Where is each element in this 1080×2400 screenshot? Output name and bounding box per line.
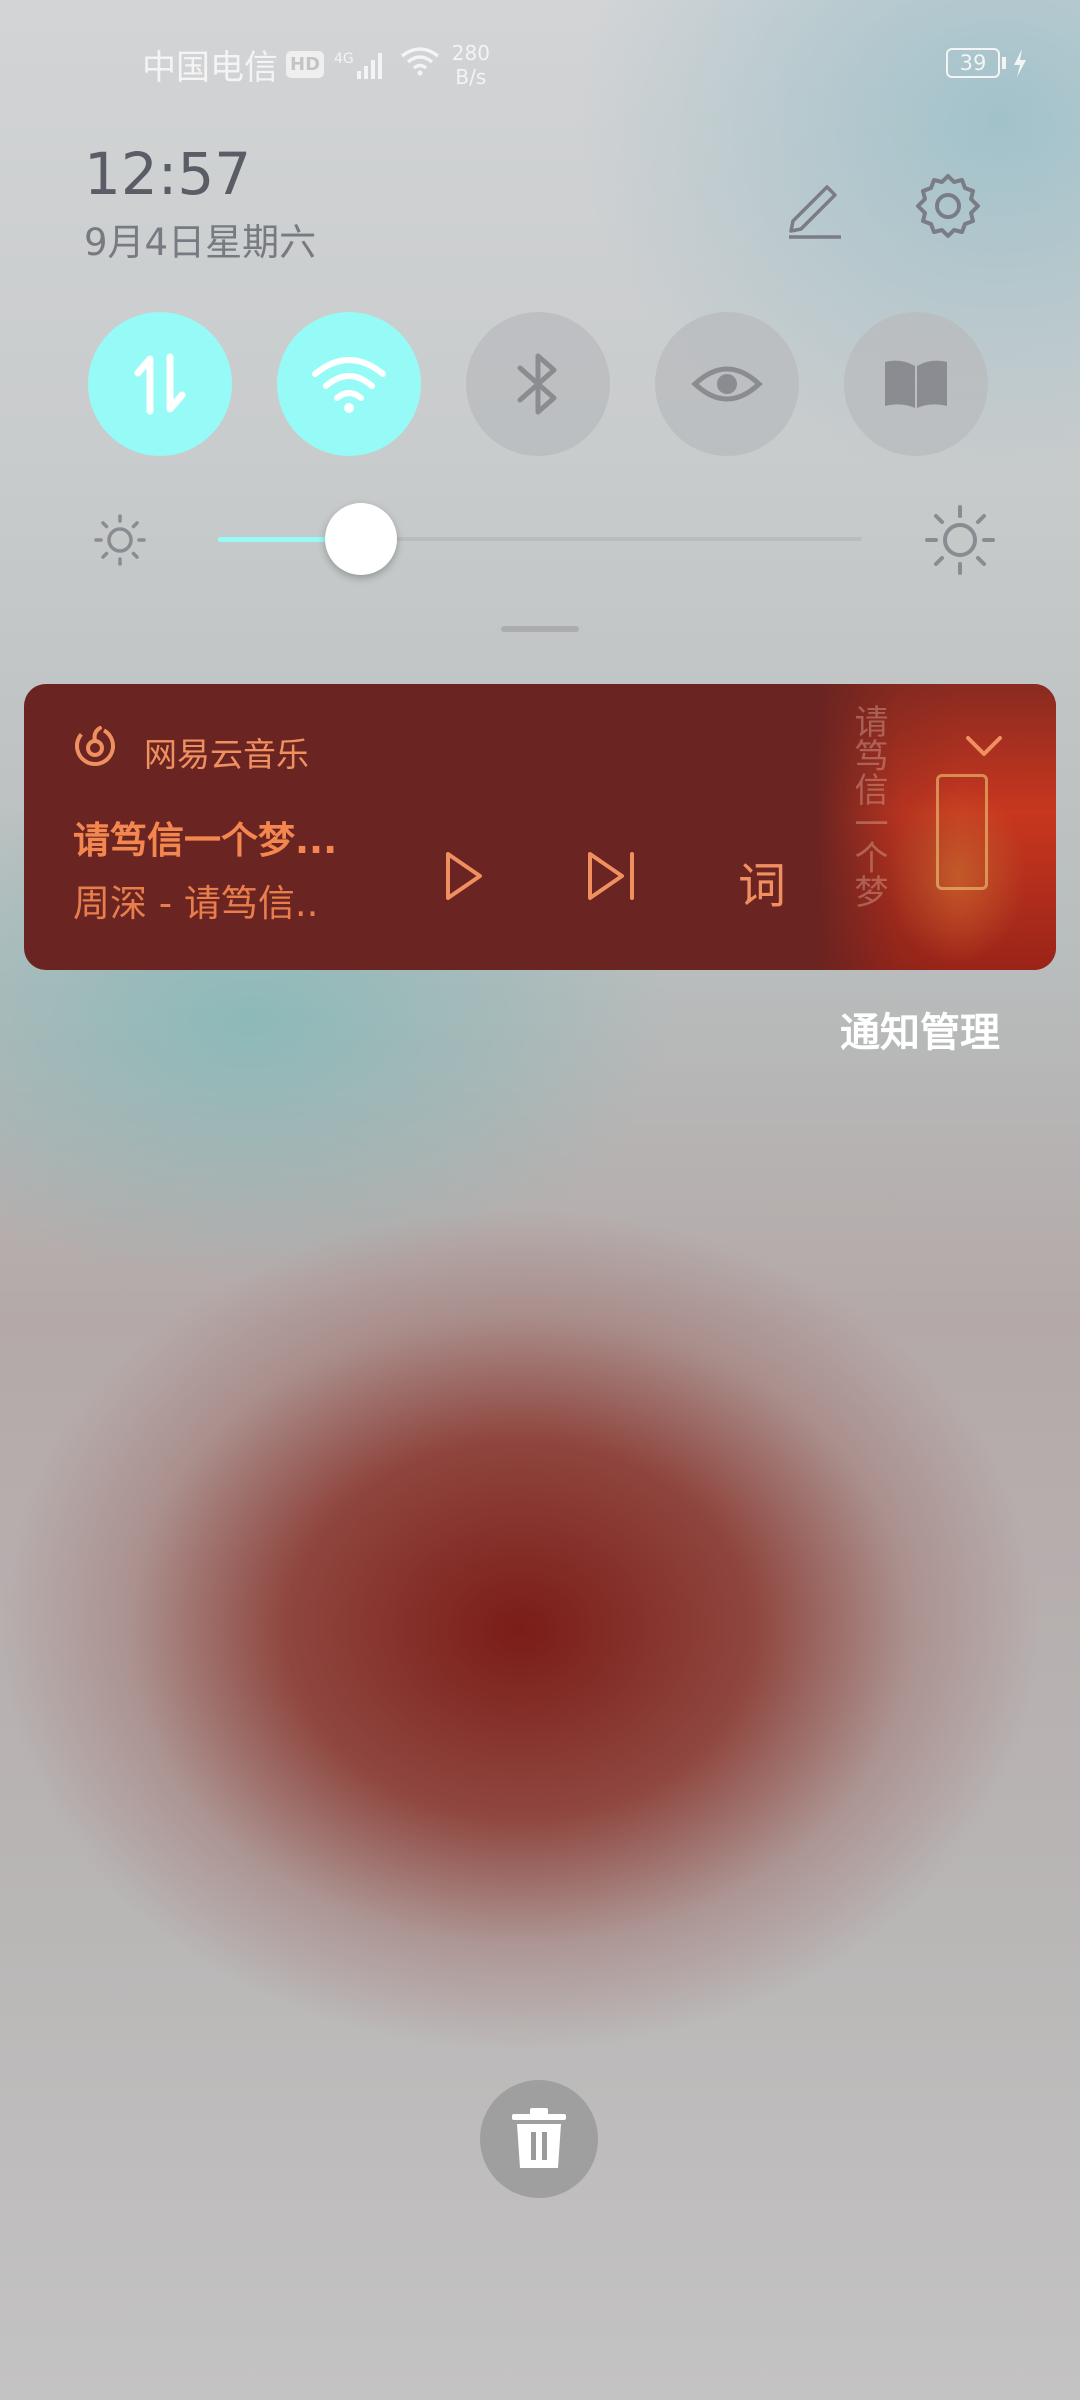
notification-management-link[interactable]: 通知管理: [840, 1000, 1000, 1058]
wifi-status-icon: [400, 45, 440, 85]
netease-music-icon: [75, 726, 115, 766]
edit-toggles-button[interactable]: [774, 166, 854, 246]
next-track-button[interactable]: [586, 850, 638, 902]
date-label: 9月4日星期六: [84, 221, 317, 264]
album-art: 请笃信一个梦: [816, 684, 1056, 970]
eye-comfort-toggle[interactable]: [655, 312, 799, 456]
network-speed: 280 B/s: [452, 41, 490, 89]
data-transfer-icon: [134, 353, 186, 415]
play-button[interactable]: [444, 850, 484, 902]
network-type-label: 4G: [334, 50, 354, 67]
settings-button[interactable]: [908, 166, 988, 246]
mobile-data-toggle[interactable]: [88, 312, 232, 456]
reading-mode-icon: [885, 360, 947, 408]
eye-comfort-icon: [691, 366, 763, 402]
song-title: 请笃信一个梦...: [73, 819, 338, 862]
panel-drag-handle[interactable]: [501, 626, 579, 632]
trash-icon: [512, 2108, 566, 2168]
carrier-label: 中国电信: [142, 48, 278, 88]
song-artist: 周深 - 请笃信..: [73, 882, 319, 925]
lyrics-button[interactable]: 词: [738, 846, 786, 916]
brightness-low-icon: [94, 514, 146, 566]
charging-bolt-icon: [1014, 49, 1026, 77]
reading-mode-toggle[interactable]: [844, 312, 988, 456]
wifi-toggle[interactable]: [277, 312, 421, 456]
bluetooth-toggle[interactable]: [466, 312, 610, 456]
speed-value: 280: [451, 40, 490, 65]
clear-notifications-button[interactable]: [480, 2080, 598, 2198]
battery-level: 39: [946, 48, 1000, 78]
clock-time: 12:57: [84, 140, 252, 208]
pencil-icon: [789, 185, 841, 239]
app-name: 网易云音乐: [144, 735, 309, 774]
bluetooth-icon: [517, 353, 557, 415]
speed-unit: B/s: [455, 64, 487, 89]
gear-icon: [916, 174, 980, 238]
battery-cap: [1002, 57, 1006, 69]
chevron-down-icon[interactable]: [964, 734, 1004, 758]
cellular-signal-icon: 4G: [334, 51, 386, 79]
brightness-slider-thumb[interactable]: [325, 503, 397, 575]
hd-badge: HD: [286, 51, 325, 78]
wifi-icon: [312, 357, 386, 413]
status-bar-left: 中国电信 HD 4G 280 B/s: [142, 40, 490, 89]
brightness-high-icon: [925, 505, 995, 575]
battery-indicator: 39: [946, 48, 1028, 78]
